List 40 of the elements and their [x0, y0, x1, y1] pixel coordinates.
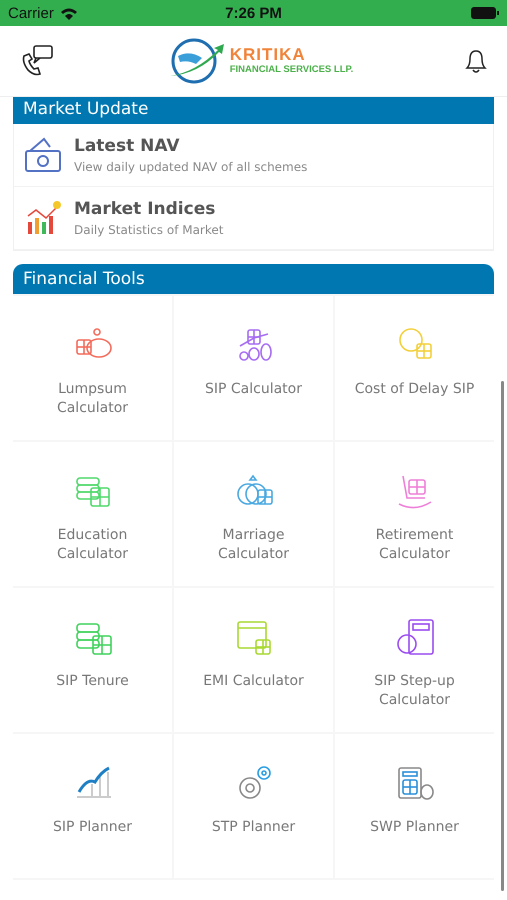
tool-tile[interactable]: EMI Calculator: [174, 588, 333, 732]
market-update-item[interactable]: Latest NAV View daily updated NAV of all schemes: [14, 124, 493, 187]
status-time: 7:26 PM: [225, 4, 282, 22]
tool-label: Cost of Delay SIP: [354, 380, 474, 399]
tool-tile[interactable]: Cost of Delay SIP: [335, 296, 494, 440]
tool-tile[interactable]: Education Calculator: [13, 442, 172, 586]
tool-label: SIP Step-up Calculator: [373, 672, 456, 710]
item-title: Latest NAV: [74, 136, 181, 156]
tool-label: Education Calculator: [56, 526, 130, 564]
tool-label: SIP Tenure: [56, 672, 129, 691]
section-title: Financial Tools: [23, 270, 145, 288]
tool-label: EMI Calculator: [203, 672, 304, 691]
item-subtitle: Daily Statistics of Market: [74, 223, 224, 237]
market-update-item[interactable]: Market Indices Daily Statistics of Market: [14, 187, 493, 250]
tool-label: Retirement Calculator: [374, 526, 454, 564]
tool-label: SIP Calculator: [204, 380, 302, 399]
item-subtitle: View daily updated NAV of all schemes: [74, 160, 308, 174]
tool-tile[interactable]: SIP Planner: [13, 734, 172, 878]
tool-label: SIP Planner: [53, 818, 132, 837]
tool-tile[interactable]: Retirement Calculator: [335, 442, 494, 586]
phone-chat-icon[interactable]: [20, 44, 56, 78]
tool-tile[interactable]: SWP Planner: [335, 734, 494, 878]
banknote-icon: [24, 137, 62, 173]
brand-name: KRITIKA: [230, 46, 307, 64]
tool-label: SWP Planner: [370, 818, 459, 837]
tool-tile[interactable]: Lumpsum Calculator: [13, 296, 172, 440]
brand-tagline: FINANCIAL SERVICES LLP.: [230, 64, 354, 76]
tool-tile[interactable]: SIP Tenure: [13, 588, 172, 732]
section-title: Market Update: [23, 101, 148, 118]
carrier-label: Carrier: [8, 4, 54, 22]
wifi-icon: [60, 6, 78, 20]
item-title: Market Indices: [74, 199, 216, 219]
tool-label: Marriage Calculator: [216, 526, 290, 564]
tool-tile[interactable]: SIP Step-up Calculator: [335, 588, 494, 732]
tool-tile[interactable]: STP Planner: [174, 734, 333, 878]
tool-label: Lumpsum Calculator: [56, 380, 130, 418]
tool-tile[interactable]: SIP Calculator: [174, 296, 333, 440]
battery-icon: [470, 7, 499, 19]
tool-tile[interactable]: Marriage Calculator: [174, 442, 333, 586]
tool-label: STP Planner: [212, 818, 296, 837]
